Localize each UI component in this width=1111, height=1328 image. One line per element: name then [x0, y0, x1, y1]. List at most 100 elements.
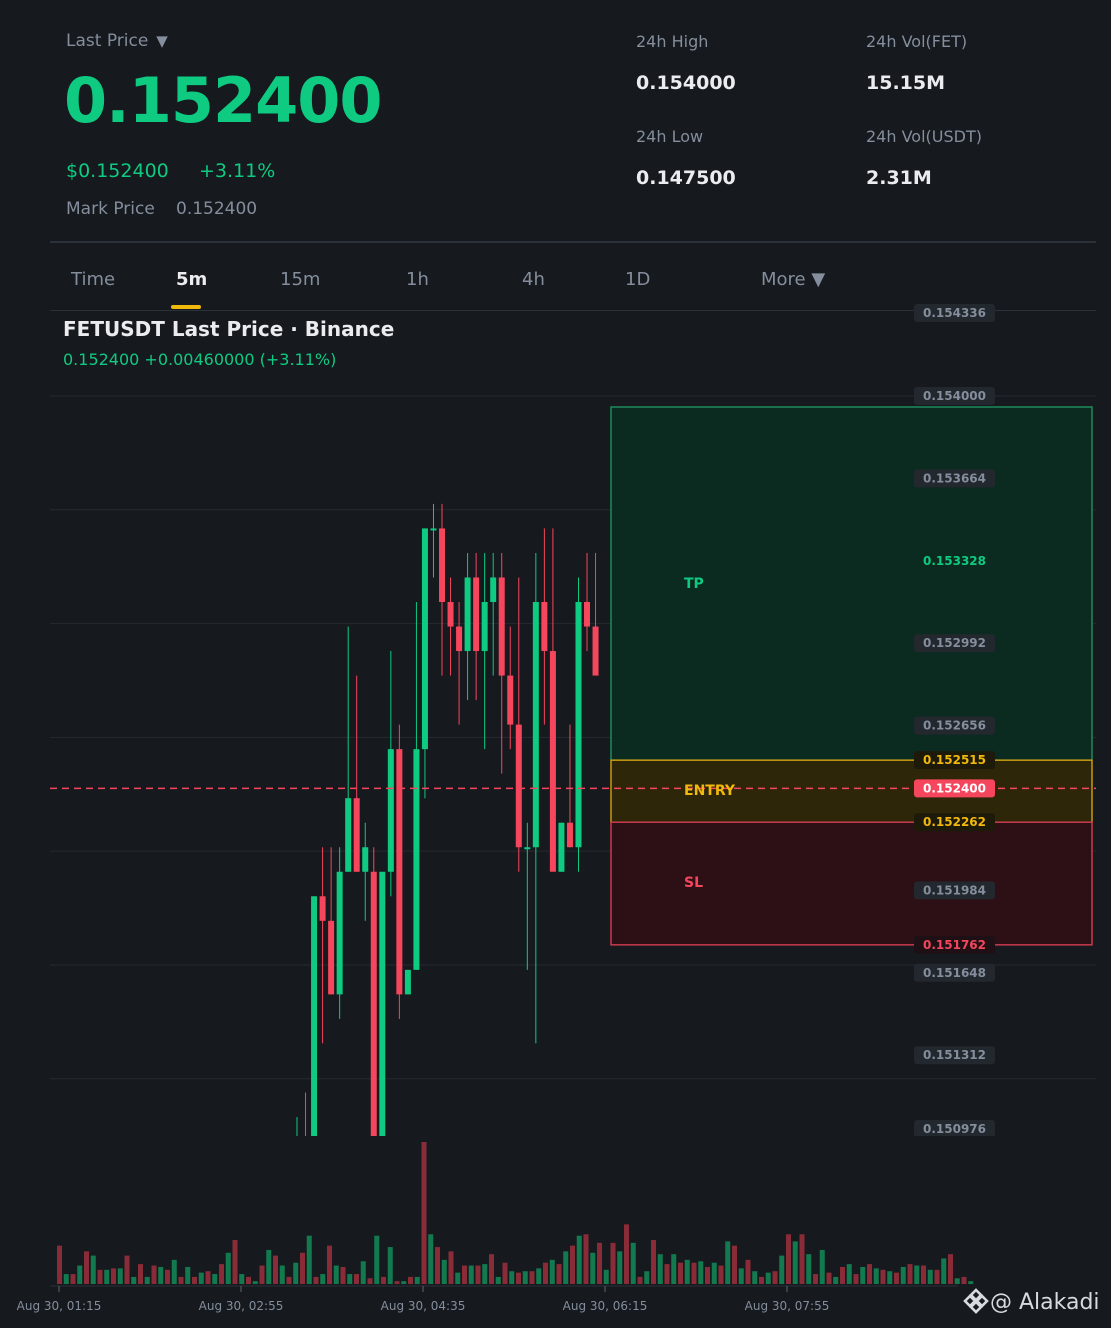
axis-mask: [900, 1136, 1010, 1144]
volume-bar: [117, 1268, 123, 1284]
candle-body: [387, 749, 394, 872]
y-axis-tick: 0.152262: [914, 813, 995, 832]
volume-bar: [435, 1247, 440, 1284]
volume-bar: [786, 1234, 791, 1284]
volume-bar: [833, 1276, 839, 1284]
volume-bar: [205, 1271, 211, 1284]
y-axis-tick: 0.153328: [923, 554, 986, 568]
volume-bar: [603, 1269, 609, 1284]
candle-body: [430, 528, 437, 531]
volume-bar: [819, 1249, 825, 1284]
volume-bar: [178, 1276, 184, 1284]
volume-bar: [590, 1252, 596, 1284]
volume-bar: [765, 1272, 771, 1284]
volume-bar: [468, 1265, 474, 1284]
volume-bar: [556, 1264, 562, 1284]
y-tick-label: 0.152262: [923, 815, 986, 829]
volume-bar: [252, 1281, 258, 1284]
candle-body: [404, 969, 411, 995]
candle-body: [464, 577, 471, 652]
volume-bar: [327, 1245, 332, 1284]
y-axis-tick: 0.151762: [914, 935, 995, 954]
x-tick-label: Aug 30, 06:15: [563, 1299, 648, 1313]
y-tick-label: 0.153664: [923, 471, 986, 485]
volume-bar: [347, 1274, 353, 1284]
candle-body: [541, 601, 548, 652]
volume-bar: [873, 1268, 879, 1284]
candle-body: [303, 1137, 309, 1152]
volume-bar: [894, 1272, 899, 1284]
volume-bar: [441, 1259, 447, 1284]
volume-bar: [799, 1234, 805, 1284]
volume-bar: [502, 1262, 508, 1284]
y-axis-tick: 0.152515: [914, 751, 995, 770]
volume-bar: [914, 1265, 920, 1284]
volume-bar: [698, 1261, 704, 1284]
y-tick-label: 0.150976: [923, 1122, 986, 1136]
volume-bar: [617, 1251, 623, 1284]
candle-body: [311, 896, 318, 1136]
candle-body: [379, 871, 386, 1136]
y-axis-tick: 0.154336: [914, 304, 995, 322]
y-tick-label: 0.151312: [923, 1048, 986, 1062]
volume-bar: [752, 1271, 758, 1284]
volume-bar: [97, 1269, 103, 1284]
volume-bar: [732, 1245, 737, 1284]
x-tick-label: Aug 30, 01:15: [17, 1299, 102, 1313]
volume-bar: [961, 1276, 967, 1284]
y-axis-tick: 0.152656: [914, 716, 995, 735]
y-axis-tick: 0.154000: [914, 387, 995, 405]
candle-body: [558, 822, 565, 872]
volume-bar: [63, 1274, 69, 1284]
volume-bar: [934, 1269, 940, 1284]
volume-bar: [279, 1265, 285, 1284]
volume-bar: [70, 1274, 76, 1284]
volume-bar: [401, 1281, 407, 1284]
candle-body: [328, 920, 335, 995]
candle-body: [584, 601, 591, 627]
volume-bar: [779, 1255, 785, 1284]
volume-bar: [225, 1252, 231, 1284]
volume-bar: [725, 1241, 731, 1284]
volume-bar: [300, 1252, 305, 1284]
binance-logo-icon: [963, 1288, 989, 1314]
candle-body: [592, 626, 599, 676]
y-tick-label: 0.151984: [923, 883, 986, 897]
volume-bar: [941, 1258, 947, 1284]
candle-body: [370, 871, 377, 1136]
volume-bar: [813, 1274, 818, 1284]
volume-bar: [381, 1276, 386, 1284]
volume-bar: [138, 1264, 143, 1284]
volume-bar: [232, 1239, 238, 1284]
volume-bar: [718, 1265, 724, 1284]
y-tick-label: 0.151648: [923, 966, 986, 980]
candlestick-chart[interactable]: TP ENTRY SL 0.154336 0.154000 0.153664 0.15332…: [0, 0, 1111, 1328]
volume-bar: [333, 1265, 339, 1284]
x-tick-label: Aug 30, 07:55: [745, 1299, 830, 1313]
volume-bar: [509, 1271, 515, 1284]
volume-bar: [691, 1262, 697, 1284]
candle-body: [336, 871, 343, 995]
y-axis-tick: 0.151312: [914, 1046, 995, 1065]
volume-bar: [421, 1142, 427, 1284]
candle-body: [294, 1137, 300, 1142]
volume-bar: [428, 1234, 434, 1284]
candle-body: [319, 896, 326, 921]
volume-bar: [806, 1254, 812, 1284]
volume-bar: [543, 1262, 548, 1284]
volume-bar: [637, 1276, 643, 1284]
volume-bar: [212, 1274, 218, 1284]
volume-bar: [165, 1269, 170, 1284]
y-tick-label: 0.152992: [923, 636, 986, 650]
volume-bar: [387, 1247, 393, 1284]
volume-bar: [171, 1259, 177, 1284]
y-tick-label: 0.154000: [923, 389, 986, 403]
volume-bar: [111, 1268, 116, 1284]
volume-bar: [711, 1262, 717, 1284]
volume-bar: [495, 1276, 501, 1284]
candle-body: [396, 749, 403, 995]
volume-bar: [772, 1271, 778, 1284]
volume-bar: [887, 1271, 893, 1284]
volume-bar: [610, 1242, 616, 1284]
candle-body: [507, 675, 514, 725]
